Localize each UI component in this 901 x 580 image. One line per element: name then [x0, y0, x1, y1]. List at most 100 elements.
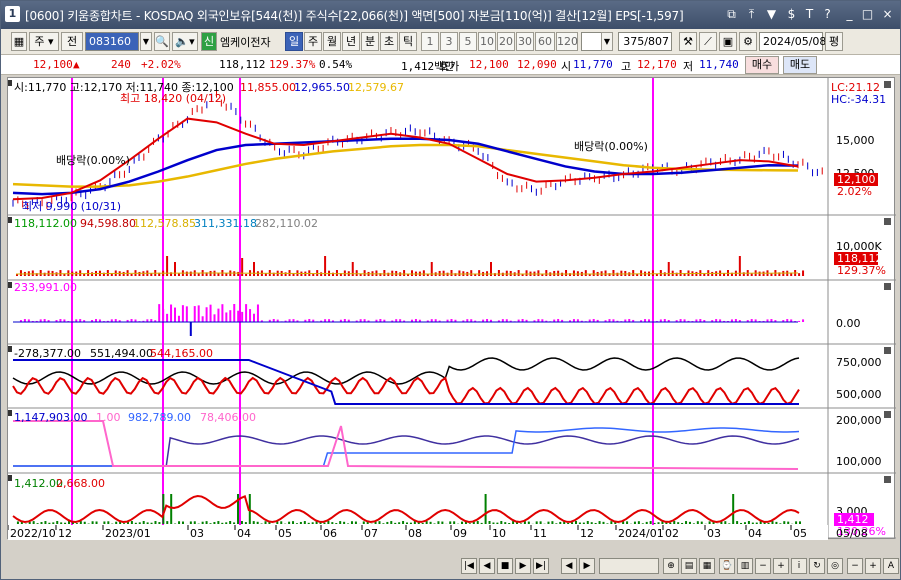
flow-bar	[193, 306, 196, 322]
amount-bar	[32, 521, 35, 524]
x-tick-label: 09	[453, 527, 467, 540]
volume-bar	[651, 270, 654, 276]
nav-prev-icon[interactable]: ◀	[479, 558, 495, 574]
average-button[interactable]: 평	[825, 32, 843, 51]
nav-first-icon[interactable]: |◀	[461, 558, 477, 574]
amount-bar	[468, 523, 471, 524]
up-arrow-icon: ▲	[73, 58, 80, 71]
flow-bar	[229, 310, 232, 322]
tick-20[interactable]: 20	[497, 32, 515, 51]
x-last-label: 05/08	[836, 527, 868, 540]
amount-bar	[362, 521, 365, 524]
dropdown-icon[interactable]: ▼	[763, 6, 780, 23]
count-input[interactable]: 375/807	[618, 32, 672, 51]
tick-10[interactable]: 10	[478, 32, 496, 51]
help-icon[interactable]: ?	[819, 6, 836, 23]
type-select-label: 주	[34, 35, 45, 48]
code-dropdown-icon[interactable]: ▼	[140, 32, 152, 51]
zoom-slider[interactable]	[599, 558, 659, 574]
amount-bar	[677, 522, 680, 524]
period-week[interactable]: 주	[304, 32, 322, 51]
auto-icon[interactable]: A	[883, 558, 899, 574]
period-tick[interactable]: 틱	[399, 32, 417, 51]
zoom-in-icon[interactable]: +	[773, 558, 789, 574]
nav-last-icon[interactable]: ▶|	[533, 558, 549, 574]
date-input[interactable]: 2024/05/08	[759, 32, 826, 51]
link-icon[interactable]: ⧉	[723, 6, 740, 23]
sound-icon[interactable]: 🔈▾	[172, 32, 198, 51]
tick-60[interactable]: 60	[535, 32, 555, 51]
x-tick-label: 05	[793, 527, 807, 540]
maximize-button[interactable]: □	[859, 6, 876, 23]
text-icon[interactable]: T	[801, 6, 818, 23]
period-year[interactable]: 년	[342, 32, 360, 51]
grid-icon[interactable]: ▦	[699, 558, 715, 574]
tick-5[interactable]: 5	[459, 32, 477, 51]
amount-bar	[559, 521, 562, 524]
zoom-out-icon[interactable]: −	[755, 558, 771, 574]
line-tool-icon[interactable]: ⟋	[699, 32, 717, 51]
plus-icon[interactable]: +	[865, 558, 881, 574]
mode-icon[interactable]: ◎	[827, 558, 843, 574]
market-select[interactable]: 전	[61, 32, 83, 51]
save-icon[interactable]: ▣	[719, 32, 737, 51]
amount-bar	[130, 521, 133, 524]
chart-canvas[interactable]: 시:11,770 고:12,170 저:11,740 종:12,100 11,8…	[8, 78, 896, 540]
close-button[interactable]: ×	[879, 6, 896, 23]
amount-bar	[437, 521, 440, 524]
panel-handle-icon	[8, 217, 12, 223]
scroll-left-icon[interactable]: ◀	[561, 558, 577, 574]
refresh-icon[interactable]: ↻	[809, 558, 825, 574]
sell-button[interactable]: 매도	[783, 56, 817, 74]
amount-bar	[288, 521, 291, 524]
tick-3[interactable]: 3	[440, 32, 458, 51]
chart-type-icon[interactable]: ▦	[11, 32, 27, 51]
period-minute[interactable]: 분	[361, 32, 379, 51]
count-value: 375	[623, 35, 645, 48]
amount-bar	[500, 521, 503, 524]
info-icon[interactable]: i	[791, 558, 807, 574]
type-select[interactable]: 주 ▾	[29, 32, 59, 51]
buy-button[interactable]: 매수	[745, 56, 779, 74]
amount-bar	[16, 521, 19, 524]
time-icon[interactable]: ⌚	[719, 558, 735, 574]
gear-icon[interactable]: ⚙	[739, 32, 757, 51]
amount-bar	[681, 522, 684, 524]
holding-line-3	[13, 420, 799, 470]
minimize-button[interactable]: _	[841, 6, 858, 23]
period-day[interactable]: 일	[285, 32, 303, 51]
period-month[interactable]: 월	[323, 32, 341, 51]
period-dropdown-icon[interactable]: ▼	[601, 32, 613, 51]
volume-bar	[711, 271, 714, 276]
amount-bar	[158, 522, 161, 524]
tick-120[interactable]: 120	[556, 32, 578, 51]
x-tick-label: 2022/10	[10, 527, 56, 540]
turnover: 0.54%	[319, 58, 353, 71]
amount-bar	[657, 522, 660, 524]
indicator-icon[interactable]: ⚒	[679, 32, 697, 51]
panel-handle-icon	[8, 410, 12, 416]
pin-icon[interactable]: ⤒	[743, 6, 760, 23]
dollar-icon[interactable]: $	[783, 6, 800, 23]
tick-1[interactable]: 1	[421, 32, 439, 51]
tick-30[interactable]: 30	[516, 32, 534, 51]
volume-bar	[245, 273, 248, 276]
window-index: 1	[5, 6, 20, 22]
period-second[interactable]: 초	[380, 32, 398, 51]
amount-bar	[378, 521, 381, 524]
nav-next-icon[interactable]: ▶	[515, 558, 531, 574]
layout-icon[interactable]: ▥	[737, 558, 753, 574]
amount-bar	[653, 522, 656, 524]
amount-bar	[637, 521, 640, 524]
nav-stop-icon[interactable]: ■	[497, 558, 513, 574]
stock-code-input[interactable]: 083160	[85, 32, 139, 51]
search-icon[interactable]: 🔍	[154, 32, 170, 51]
chart-area[interactable]: 시:11,770 고:12,170 저:11,740 종:12,100 11,8…	[7, 77, 896, 540]
amount-bar	[795, 521, 798, 524]
scroll-right-icon[interactable]: ▶	[579, 558, 595, 574]
amount-bar	[783, 521, 786, 524]
chart-icon[interactable]: ▤	[681, 558, 697, 574]
amount-bar	[779, 523, 782, 524]
minus-icon[interactable]: −	[847, 558, 863, 574]
crosshair-icon[interactable]: ⊕	[663, 558, 679, 574]
